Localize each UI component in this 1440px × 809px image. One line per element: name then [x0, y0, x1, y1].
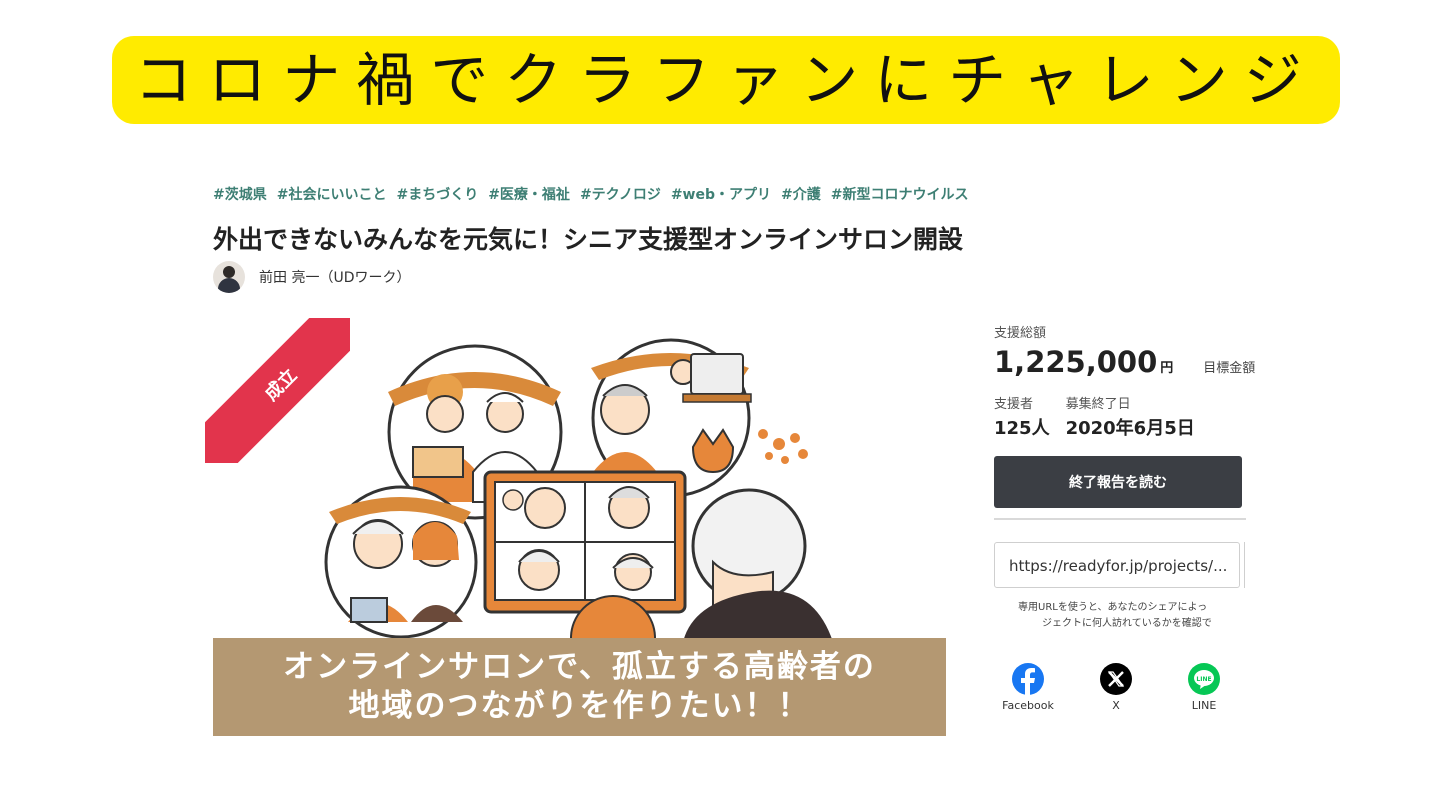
tag-nursing[interactable]: #介護 [781, 184, 821, 204]
divider [994, 518, 1246, 520]
title-banner: コロナ禍でクラファンにチャレンジ [112, 36, 1340, 124]
banner-text: コロナ禍でクラファンにチャレンジ [134, 46, 1318, 114]
supporters-value: 125人 [994, 418, 1050, 439]
facebook-label: Facebook [1002, 699, 1054, 712]
x-icon [1100, 663, 1132, 695]
amount-row: 1,225,000 円 目標金額 [994, 345, 1255, 379]
supporters-stat: 支援者 125人 [994, 393, 1050, 440]
tag-social-good[interactable]: #社会にいいこと [277, 184, 387, 204]
note-line-2: ジェクトに何人訪れているかを確認で [1042, 617, 1212, 629]
read-report-button[interactable]: 終了報告を読む [994, 456, 1242, 508]
x-label: X [1112, 699, 1120, 712]
tag-town-development[interactable]: #まちづくり [396, 184, 478, 204]
supporters-label: 支援者 [994, 397, 1034, 412]
avatar[interactable] [213, 261, 245, 293]
ribbon-label: 成立 [205, 318, 350, 463]
line-share-button[interactable]: LINE LINE [1174, 663, 1234, 712]
yen-unit: 円 [1160, 361, 1174, 376]
line-icon: LINE [1188, 663, 1220, 695]
end-date-label: 募集終了日 [1065, 397, 1131, 412]
copy-url-button[interactable] [1244, 542, 1249, 588]
share-buttons: Facebook X LINE LINE [994, 663, 1234, 712]
share-url-field[interactable]: https://readyfor.jp/projects/... [994, 542, 1240, 588]
note-line-1: 専用URLを使うと、あなたのシェアによっ [1018, 602, 1208, 613]
end-date-stat: 募集終了日 2020年6月5日 [1066, 393, 1195, 440]
goal-label: 目標金額 [1203, 361, 1256, 376]
line-label: LINE [1191, 699, 1217, 712]
stats-row: 支援者 125人 募集終了日 2020年6月5日 [994, 393, 1249, 440]
tag-ibaraki[interactable]: #茨城県 [213, 184, 267, 204]
tag-covid[interactable]: #新型コロナウイルス [831, 184, 969, 204]
funding-sidebar: 支援総額 1,225,000 円 目標金額 支援者 125人 募集終了日 202… [994, 322, 1255, 712]
caption-line-1: オンラインサロンで、孤立する高齢者の [283, 649, 876, 686]
total-amount: 1,225,000 [994, 345, 1158, 379]
author-info[interactable]: 前田 亮一（UDワーク） [213, 261, 410, 293]
project-title: 外出できないみんなを元気に！シニア支援型オンラインサロン開設 [213, 225, 964, 254]
success-ribbon: 成立 [205, 318, 350, 463]
hero-caption: オンラインサロンで、孤立する高齢者の 地域のつながりを作りたい！！ [213, 638, 946, 736]
tag-web-app[interactable]: #web・アプリ [671, 184, 771, 204]
total-label: 支援総額 [994, 326, 1047, 341]
tag-list: #茨城県 #社会にいいこと #まちづくり #医療・福祉 #テクノロジ #web・… [213, 184, 968, 204]
x-share-button[interactable]: X [1086, 663, 1146, 712]
end-date-value: 2020年6月5日 [1065, 418, 1195, 439]
facebook-icon [1012, 663, 1044, 695]
caption-line-2: 地域のつながりを作りたい！！ [348, 688, 811, 724]
facebook-share-button[interactable]: Facebook [998, 663, 1058, 712]
tag-medical-welfare[interactable]: #医療・福祉 [488, 184, 570, 204]
share-url-row: https://readyfor.jp/projects/... [994, 542, 1249, 590]
svg-text:LINE: LINE [1196, 676, 1211, 683]
tag-technology[interactable]: #テクノロジ [580, 184, 661, 204]
author-name[interactable]: 前田 亮一（UDワーク） [259, 267, 410, 287]
share-url-note: 専用URLを使うと、あなたのシェアによっ ジェクトに何人訪れているかを確認で [994, 600, 1262, 631]
